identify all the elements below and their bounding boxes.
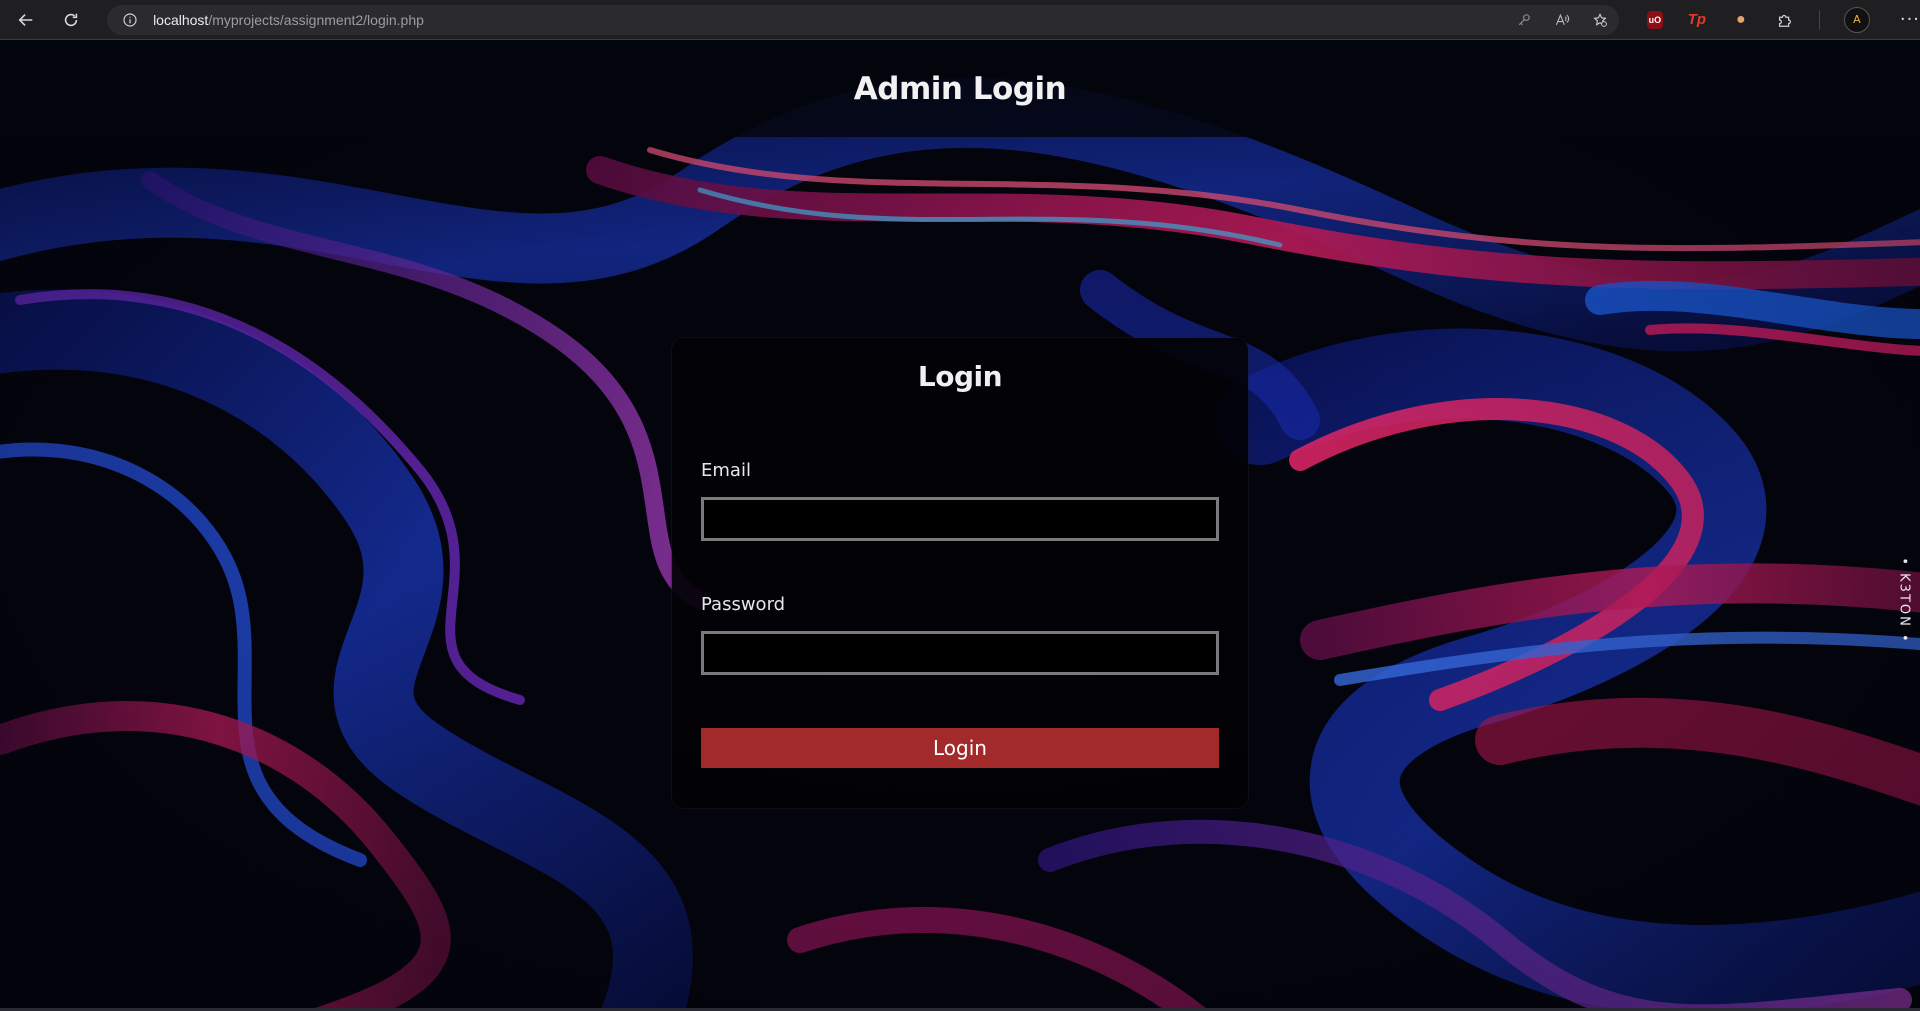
back-icon	[18, 13, 33, 26]
profile-icon[interactable]: A	[1843, 6, 1870, 33]
refresh-icon	[65, 13, 78, 26]
address-bar[interactable]: localhost/myprojects/assignment2/login.p…	[107, 4, 1619, 35]
refresh-button[interactable]	[52, 0, 92, 40]
site-info-icon	[123, 12, 137, 27]
page-header: Admin Login	[0, 40, 1920, 137]
slim-extension-icon[interactable]: ●	[1731, 10, 1751, 30]
password-field[interactable]	[701, 631, 1219, 675]
favorites-button[interactable]	[1591, 11, 1609, 29]
login-form-title: Login	[917, 360, 1003, 393]
password-key-button[interactable]	[1515, 11, 1533, 29]
url-text[interactable]: localhost/myprojects/assignment2/login.p…	[153, 12, 424, 28]
email-field[interactable]	[701, 497, 1219, 541]
toolbar-divider	[1818, 9, 1820, 30]
side-tab-label: • K3TON •	[1896, 556, 1912, 644]
page: Admin Login Login Email Password Login •…	[0, 40, 1920, 1011]
key-icon	[1518, 13, 1530, 25]
browser-toolbar: localhost/myprojects/assignment2/login.p…	[0, 0, 1920, 40]
url-path: /myprojects/assignment2/login.php	[208, 11, 424, 28]
ublock-icon[interactable]: uO	[1646, 10, 1663, 29]
read-aloud-button[interactable]	[1553, 11, 1571, 29]
url-host: localhost	[153, 11, 209, 28]
extensions-icon[interactable]	[1775, 10, 1795, 30]
email-label: Email	[701, 460, 751, 481]
login-button[interactable]: Login	[701, 728, 1219, 768]
more-icon[interactable]: ···	[1900, 9, 1920, 30]
site-info-button[interactable]	[115, 5, 145, 35]
side-tab[interactable]: • K3TON •	[1894, 545, 1914, 655]
password-label: Password	[701, 594, 786, 615]
tp-extension-icon[interactable]: Tp	[1687, 10, 1707, 30]
favorite-icon	[1593, 12, 1607, 27]
read-aloud-icon	[1555, 13, 1570, 25]
back-button[interactable]	[6, 0, 46, 40]
page-title: Admin Login	[853, 70, 1067, 107]
login-form: Login Email Password Login	[672, 338, 1248, 808]
